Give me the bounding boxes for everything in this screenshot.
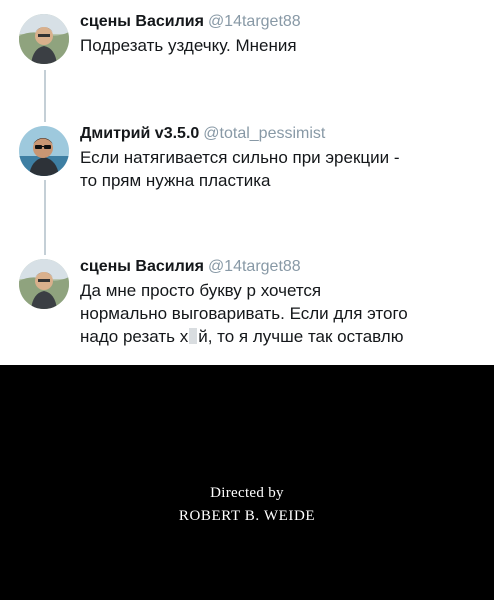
- tweet-text-line-censored: надо резать х й, то я лучше так оставлю: [80, 325, 476, 348]
- censored-text-after: й, то я лучше так оставлю: [198, 327, 404, 346]
- tweet-text: Если натягивается сильно при эрекции - т…: [80, 146, 476, 192]
- tweet-header: сцены Василия @14target88: [80, 257, 476, 277]
- tweet-header: сцены Василия @14target88: [80, 12, 476, 32]
- avatar[interactable]: [19, 259, 69, 309]
- tweet-text: Да мне просто букву р хочется нормально …: [80, 279, 476, 348]
- tweet-header: Дмитрий v3.5.0 @total_pessimist: [80, 124, 476, 144]
- directed-by-credits: Directed by ROBERT B. WEIDE: [0, 365, 494, 600]
- author-handle[interactable]: @14target88: [208, 258, 301, 275]
- tweet-body: Дмитрий v3.5.0 @total_pessimist Если натя…: [80, 124, 476, 192]
- tweet-body: сцены Василия @14target88 Да мне просто б…: [80, 257, 476, 348]
- thread-connector-line: [44, 180, 46, 255]
- author-name[interactable]: Дмитрий v3.5.0: [80, 125, 199, 142]
- tweet-text-line: то прям нужна пластика: [80, 171, 271, 190]
- tweet-text-line: Подрезать уздечку. Мнения: [80, 36, 297, 55]
- author-name[interactable]: сцены Василия: [80, 13, 204, 30]
- tweet-text-line: Да мне просто букву р хочется: [80, 281, 322, 300]
- tweet-text-line: Если натягивается сильно при эрекции -: [80, 148, 400, 167]
- tweet-body: сцены Василия @14target88 Подрезать уздеч…: [80, 12, 476, 57]
- author-handle[interactable]: @total_pessimist: [203, 125, 325, 142]
- credits-director-name: ROBERT B. WEIDE: [178, 508, 316, 524]
- avatar[interactable]: [19, 14, 69, 64]
- avatar[interactable]: [19, 126, 69, 176]
- censor-block: [189, 328, 198, 344]
- tweet-text-line: нормально выговаривать. Если для этого: [80, 304, 408, 323]
- thread-connector-line: [44, 70, 46, 122]
- tweet-text: Подрезать уздечку. Мнения: [80, 34, 476, 57]
- author-name[interactable]: сцены Василия: [80, 258, 204, 275]
- tweet-thread: сцены Василия @14target88 Подрезать уздеч…: [0, 0, 494, 365]
- censored-text-before: надо резать х: [80, 327, 189, 346]
- credits-directed-by: Directed by: [210, 485, 284, 501]
- author-handle[interactable]: @14target88: [208, 13, 301, 30]
